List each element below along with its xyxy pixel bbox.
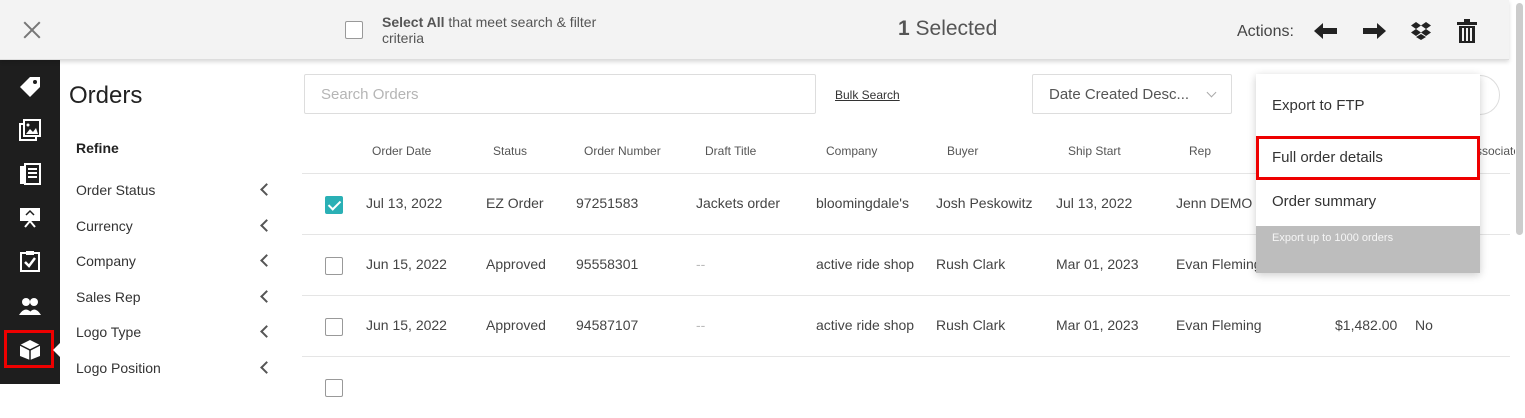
cell-ship-start: Mar 01, 2023 xyxy=(1056,317,1139,333)
table-row[interactable]: Jun 15, 2022 Approved 94587107 -- active… xyxy=(302,296,1510,357)
filter-label: Logo Type xyxy=(76,324,142,340)
col-status[interactable]: Status xyxy=(493,144,527,158)
filter-sales-rep[interactable]: Sales Rep xyxy=(76,289,276,305)
catalog-icon[interactable] xyxy=(15,159,45,189)
chevron-left-icon xyxy=(260,290,273,303)
chevron-left-icon xyxy=(260,254,273,267)
cell-buyer: Josh Peskowitz xyxy=(936,195,1033,211)
filter-label: Order Status xyxy=(76,182,156,198)
cell-order-number: 97251583 xyxy=(576,195,639,211)
menu-item-order-summary[interactable]: Order summary xyxy=(1256,180,1480,224)
sort-select[interactable]: Date Created Desc... xyxy=(1032,74,1232,114)
cell-ship-start: Mar 01, 2023 xyxy=(1056,256,1139,272)
dropbox-icon[interactable] xyxy=(1406,16,1436,46)
row-checkbox[interactable] xyxy=(325,318,343,336)
filter-label: Currency xyxy=(76,218,133,234)
col-ship-start[interactable]: Ship Start xyxy=(1068,144,1121,158)
export-menu: Export to FTP Full order details Order s… xyxy=(1256,74,1480,273)
chevron-left-icon xyxy=(260,361,273,374)
col-buyer[interactable]: Buyer xyxy=(947,144,978,158)
col-company[interactable]: Company xyxy=(826,144,877,158)
filter-logo-type[interactable]: Logo Type xyxy=(76,324,276,340)
cell-company: active ride shop xyxy=(816,317,915,333)
chevron-left-icon xyxy=(260,219,273,232)
active-nav-highlight xyxy=(4,330,54,368)
cell-rep: Evan Fleming xyxy=(1176,317,1262,333)
cell-company: active ride shop xyxy=(816,256,915,272)
selection-bar: Select All that meet search & filter cri… xyxy=(0,0,1509,60)
chevron-left-icon xyxy=(260,325,273,338)
checklist-icon[interactable] xyxy=(15,246,45,276)
cell-order-number: 95558301 xyxy=(576,256,639,272)
cell-status: EZ Order xyxy=(486,195,544,211)
users-icon[interactable] xyxy=(15,291,45,321)
cell-amount: $1,482.00 xyxy=(1335,317,1398,333)
cell-buyer: Rush Clark xyxy=(936,256,1006,272)
col-draft-title[interactable]: Draft Title xyxy=(705,144,756,158)
col-order-date[interactable]: Order Date xyxy=(372,144,431,158)
filter-company[interactable]: Company xyxy=(76,253,276,269)
col-order-number[interactable]: Order Number xyxy=(584,144,661,158)
menu-footer-note: Export up to 1000 orders xyxy=(1256,226,1480,273)
selected-count: 1 Selected xyxy=(898,17,997,41)
selected-word: Selected xyxy=(909,17,998,40)
select-all-bold: Select All xyxy=(382,14,445,30)
menu-item-export-ftp[interactable]: Export to FTP xyxy=(1256,84,1480,128)
sort-value: Date Created Desc... xyxy=(1049,86,1190,103)
filter-label: Company xyxy=(76,253,136,269)
page-title: Orders xyxy=(69,82,143,109)
cell-draft-title: -- xyxy=(696,317,706,333)
filter-label: Logo Position xyxy=(76,360,161,376)
select-all-label: Select All that meet search & filter cri… xyxy=(382,14,622,46)
filter-label: Sales Rep xyxy=(76,289,141,305)
menu-item-full-order-details[interactable]: Full order details xyxy=(1256,136,1480,180)
presentation-icon[interactable] xyxy=(15,202,45,232)
cell-buyer: Rush Clark xyxy=(936,317,1006,333)
cell-draft-title: -- xyxy=(696,256,706,272)
col-rep[interactable]: Rep xyxy=(1189,144,1211,158)
cell-ship-start: Jul 13, 2022 xyxy=(1056,195,1133,211)
chevron-down-icon xyxy=(1206,87,1217,98)
cell-associate: No xyxy=(1415,317,1433,333)
cell-order-date: Jul 13, 2022 xyxy=(366,195,443,211)
row-checkbox[interactable] xyxy=(325,257,343,275)
trash-icon[interactable] xyxy=(1452,16,1482,46)
filter-currency[interactable]: Currency xyxy=(76,218,276,234)
scrollbar-thumb[interactable] xyxy=(1516,3,1523,235)
cell-order-date: Jun 15, 2022 xyxy=(366,317,447,333)
row-checkbox[interactable] xyxy=(325,196,343,214)
cell-company: bloomingdale's xyxy=(816,195,909,211)
arrow-right-icon[interactable] xyxy=(1359,16,1389,46)
row-checkbox[interactable] xyxy=(325,379,343,397)
bulk-search-link[interactable]: Bulk Search xyxy=(835,88,900,102)
cell-rep: Jenn DEMO xyxy=(1176,195,1253,211)
active-nav-pointer xyxy=(53,342,61,358)
filter-logo-position[interactable]: Logo Position xyxy=(76,360,276,376)
select-all-checkbox[interactable] xyxy=(345,21,363,39)
close-icon[interactable] xyxy=(22,20,42,40)
arrow-left-icon[interactable] xyxy=(1311,16,1341,46)
cell-order-date: Jun 15, 2022 xyxy=(366,256,447,272)
table-row[interactable] xyxy=(302,357,1510,418)
search-input[interactable] xyxy=(304,74,816,114)
cell-status: Approved xyxy=(486,256,546,272)
cell-draft-title: Jackets order xyxy=(696,195,781,211)
tag-icon[interactable] xyxy=(15,72,45,102)
cell-order-number: 94587107 xyxy=(576,317,639,333)
images-icon[interactable] xyxy=(15,115,45,145)
cell-status: Approved xyxy=(486,317,546,333)
filter-order-status[interactable]: Order Status xyxy=(76,182,276,198)
refine-heading: Refine xyxy=(76,140,119,156)
cell-rep: Evan Fleming xyxy=(1176,256,1262,272)
actions-label: Actions: xyxy=(1237,23,1294,40)
chevron-left-icon xyxy=(260,183,273,196)
selected-number: 1 xyxy=(898,17,910,40)
